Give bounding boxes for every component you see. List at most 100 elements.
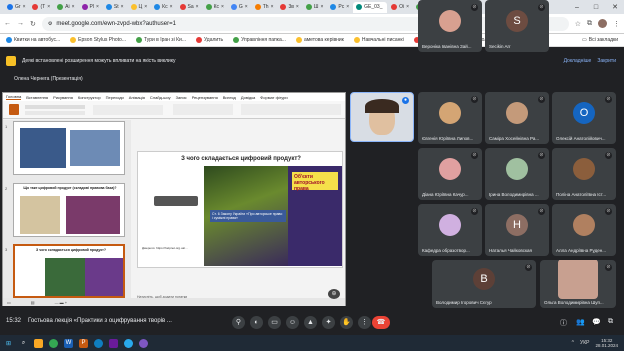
raise-hand-button[interactable]: ✋ xyxy=(340,316,353,329)
font-format-row[interactable] xyxy=(25,111,85,115)
captions-button[interactable]: ▭ xyxy=(268,316,281,329)
mic-button[interactable]: ⚲ xyxy=(232,316,245,329)
browser-tab[interactable]: Pc × xyxy=(327,2,352,13)
browser-tab[interactable]: Кс × xyxy=(203,2,227,13)
profile-avatar[interactable] xyxy=(598,19,607,28)
participant-tile[interactable]: Ольга Володимирівна Шуп... ⊘ xyxy=(540,260,616,308)
font-box[interactable] xyxy=(25,105,85,109)
browser-tab[interactable]: St × xyxy=(103,2,127,13)
tab-close-icon[interactable]: × xyxy=(170,4,173,10)
telegram-icon[interactable] xyxy=(124,338,133,348)
browser-tab[interactable]: Оі × xyxy=(388,2,412,13)
more-options-button[interactable]: ⋮ xyxy=(358,316,371,329)
all-bookmarks-link[interactable]: ▭ Всі закладки xyxy=(582,37,624,43)
slide-thumbnail-3[interactable]: З чого складається цифровий продукт? xyxy=(13,244,125,298)
chrome-icon[interactable] xyxy=(49,338,58,348)
active-browser-tab[interactable]: GE_03_ xyxy=(353,1,388,13)
ribbon-tab[interactable]: Головна xyxy=(6,94,22,100)
chat-icon[interactable]: 💬 xyxy=(592,318,601,326)
notes-button[interactable]: ▤ xyxy=(31,300,35,305)
tab-close-icon[interactable]: × xyxy=(23,4,26,10)
browser-tab[interactable]: Ш × xyxy=(303,2,327,13)
input-language[interactable]: УКР xyxy=(580,340,589,346)
browser-tab[interactable]: Кс × xyxy=(151,2,175,13)
browser-tab[interactable]: Th × xyxy=(252,2,277,13)
ribbon-tab[interactable]: Переходи xyxy=(106,95,124,100)
ribbon-tab[interactable]: Слайд-шоу xyxy=(150,95,171,100)
ribbon-tab[interactable]: Рецензування xyxy=(192,95,218,100)
powerpoint-icon[interactable]: P xyxy=(79,338,88,348)
ribbon-tab[interactable]: Формат фігури xyxy=(260,95,287,100)
search-icon[interactable]: ⌕ xyxy=(19,339,28,348)
slide-thumbnail-1[interactable] xyxy=(13,121,125,175)
menu-icon[interactable]: ⋮ xyxy=(613,20,620,28)
browser-tab[interactable]: (T × xyxy=(29,2,53,13)
tab-close-icon[interactable]: × xyxy=(245,4,248,10)
bookmark-item[interactable]: Epson Stylus Photo... xyxy=(70,37,126,43)
effects-button[interactable]: ✦ xyxy=(322,316,335,329)
reactions-button[interactable]: ☺ xyxy=(286,316,299,329)
tab-close-icon[interactable]: × xyxy=(346,4,349,10)
tab-close-icon[interactable]: × xyxy=(72,4,75,10)
browser-tab[interactable]: Sa × xyxy=(177,2,202,13)
participant-tile[interactable]: Євгенія Юріївна Липов... ⊘ xyxy=(418,92,482,144)
ribbon-tab[interactable]: Запис xyxy=(176,95,187,100)
bookmark-item[interactable]: Навчальні писанкі xyxy=(353,37,404,43)
tab-close-icon[interactable]: × xyxy=(96,4,99,10)
minimize-icon[interactable]: – xyxy=(568,4,586,11)
file-explorer-icon[interactable] xyxy=(34,338,43,348)
activities-icon[interactable]: ⧉ xyxy=(608,318,613,326)
bookmark-item[interactable]: Удалить xyxy=(195,37,223,43)
present-button[interactable]: ▲ xyxy=(304,316,317,329)
reload-icon[interactable]: ↻ xyxy=(30,20,36,28)
site-info-icon[interactable]: ⚙ xyxy=(48,21,52,27)
ribbon-tab[interactable]: Анімація xyxy=(129,95,145,100)
participant-tile[interactable]: S Secikin Arr ⊘ xyxy=(485,0,549,52)
ribbon-tab[interactable]: Вигляд xyxy=(223,95,236,100)
tab-close-icon[interactable]: × xyxy=(406,4,409,10)
participant-tile[interactable]: О Олексій Анатолійович... ⊘ xyxy=(552,92,616,144)
bookmark-star-icon[interactable]: ☆ xyxy=(575,20,581,28)
people-icon[interactable]: 👥 xyxy=(576,318,585,326)
info-icon[interactable]: ⓘ xyxy=(560,318,567,328)
paste-icon[interactable] xyxy=(9,104,19,115)
bookmark-item[interactable]: аметова керівник xyxy=(295,37,344,43)
ribbon-tab[interactable]: Довідка xyxy=(241,95,255,100)
tab-close-icon[interactable]: × xyxy=(196,4,199,10)
extensions-icon[interactable]: ⧉ xyxy=(587,20,592,28)
participant-tile[interactable]: Алла Андріївна Руден... ⊘ xyxy=(552,204,616,256)
browser-tab[interactable]: Gr × xyxy=(4,2,28,13)
participant-tile[interactable]: Самiра Хосейнiвна Ра... ⊘ xyxy=(485,92,549,144)
notice-close-button[interactable]: Закрити xyxy=(597,58,624,64)
ribbon-tab[interactable]: Рисування xyxy=(53,95,73,100)
browser-tab[interactable]: Ai × xyxy=(54,2,77,13)
tab-close-icon[interactable]: × xyxy=(296,4,299,10)
camera-button[interactable]: ◐ xyxy=(250,316,263,329)
bookmark-item[interactable]: Тури в Іран зі Ки... xyxy=(135,37,186,43)
tab-close-icon[interactable]: × xyxy=(271,4,274,10)
close-icon[interactable]: ✕ xyxy=(606,3,624,11)
zoom-control[interactable]: — ▬ + xyxy=(55,300,68,305)
word-icon[interactable]: W xyxy=(64,338,73,348)
windows-start-icon[interactable]: ⊞ xyxy=(4,339,13,348)
participant-tile[interactable]: B Володимир Ігорович Сєгур ⊘ xyxy=(432,260,536,308)
slide-thumbnail-2[interactable]: Що таке цифровий продукт (складові право… xyxy=(13,183,125,237)
browser-tab[interactable]: 3в × xyxy=(277,2,301,13)
participant-tile[interactable]: Діана Юріївна Качур... ⊘ xyxy=(418,148,482,200)
participant-tile[interactable]: Ірина Володимирівна ... ⊘ xyxy=(485,148,549,200)
ribbon-tab[interactable]: Вставлення xyxy=(26,95,48,100)
floating-toolbar[interactable] xyxy=(154,196,198,206)
tray-chevron-icon[interactable]: ^ xyxy=(572,340,574,346)
browser-tab[interactable]: Pl × xyxy=(79,2,102,13)
participant-tile[interactable]: Поліна Анатоліївна Іст... ⊘ xyxy=(552,148,616,200)
tab-close-icon[interactable]: × xyxy=(221,4,224,10)
clock[interactable]: 15:32 28.01.2024 xyxy=(595,338,624,348)
notice-details-link[interactable]: Докладніше xyxy=(564,58,592,64)
tab-close-icon[interactable]: × xyxy=(144,4,147,10)
bookmark-item[interactable]: Квитки на автобус... xyxy=(6,37,60,43)
tab-close-icon[interactable]: × xyxy=(121,4,124,10)
forward-icon[interactable]: → xyxy=(17,20,24,27)
end-call-button[interactable]: ☎ xyxy=(372,316,390,329)
participant-tile[interactable]: Вероніка Іванівна Зай... ⊘ xyxy=(418,0,482,52)
back-icon[interactable]: ← xyxy=(4,20,11,27)
